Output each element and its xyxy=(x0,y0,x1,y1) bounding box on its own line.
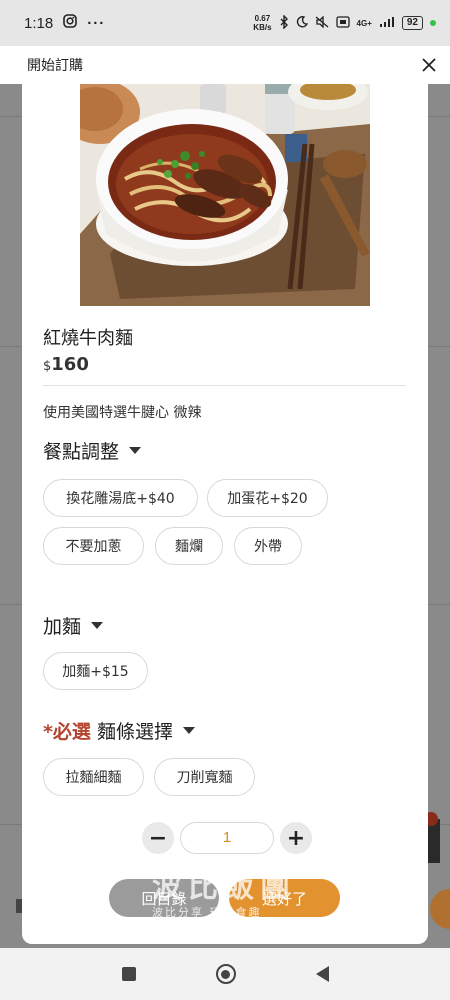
sim-icon xyxy=(335,15,350,31)
section-title: 餐點調整 xyxy=(43,441,120,463)
quantity-input[interactable]: 1 xyxy=(180,822,274,854)
net-speed-unit: KB/s xyxy=(253,23,272,32)
price-value: 160 xyxy=(51,354,89,375)
option-chip[interactable]: 換花雕湯底+$40 xyxy=(43,479,198,517)
bluetooth-icon xyxy=(279,13,289,32)
option-chip[interactable]: 麵爛 xyxy=(155,527,223,565)
privacy-indicator-dot xyxy=(430,20,436,26)
recents-icon[interactable] xyxy=(121,967,136,981)
plus-button[interactable]: + xyxy=(280,822,312,854)
close-icon[interactable] xyxy=(422,55,436,75)
option-chip[interactable]: 不要加蔥 xyxy=(43,527,144,565)
section-noodle-choice-header[interactable]: *必選 麵條選擇 xyxy=(43,717,195,744)
caret-down-icon xyxy=(129,447,142,454)
section-add-noodle-header[interactable]: 加麵 xyxy=(43,612,104,639)
network-type: 4G+ xyxy=(356,18,372,28)
net-speed: 0.67 KB/s xyxy=(253,14,271,32)
moon-icon xyxy=(296,15,308,31)
option-chip[interactable]: 拉麵細麵 xyxy=(43,758,144,796)
caret-down-icon xyxy=(91,622,104,629)
net-speed-value: 0.67 xyxy=(254,14,271,23)
signal-icon xyxy=(379,16,395,31)
more-notifications-icon: ··· xyxy=(87,14,106,32)
divider xyxy=(43,385,406,386)
home-icon[interactable] xyxy=(215,964,236,984)
minus-button[interactable]: − xyxy=(142,822,174,854)
order-modal: 紅燒牛肉麵 $160 使用美國特選牛腱心 微辣 餐點調整 換花雕湯底+$40 加… xyxy=(22,84,428,944)
status-bar: 1:18 ··· 0.67 KB/s 4G+ 92 xyxy=(0,0,450,46)
status-left: 1:18 ··· xyxy=(24,14,105,32)
caret-down-icon xyxy=(182,727,195,734)
mute-icon xyxy=(315,14,329,31)
battery-indicator: 92 xyxy=(401,16,423,30)
app-bar-title: 開始訂購 xyxy=(27,58,83,74)
system-nav-bar xyxy=(0,948,450,1000)
instagram-icon xyxy=(63,14,78,32)
back-icon[interactable] xyxy=(315,966,329,982)
section-title: 麵條選擇 xyxy=(96,721,173,743)
watermark-subtitle: 波比分享 玩樂食趣 xyxy=(152,906,262,919)
required-label: *必選 xyxy=(43,721,91,743)
status-right: 0.67 KB/s 4G+ 92 xyxy=(253,13,436,32)
product-name: 紅燒牛肉麵 xyxy=(43,328,133,349)
product-description: 使用美國特選牛腱心 微辣 xyxy=(43,405,202,421)
option-chip[interactable]: 加蛋花+$20 xyxy=(207,479,328,517)
section-meal-adjust-header[interactable]: 餐點調整 xyxy=(43,437,142,464)
status-time: 1:18 xyxy=(24,14,54,32)
section-title: 加麵 xyxy=(43,616,82,638)
option-chip[interactable]: 外帶 xyxy=(234,527,302,565)
option-chip[interactable]: 刀削寬麵 xyxy=(154,758,255,796)
product-photo xyxy=(80,84,370,306)
quantity-stepper: − 1 + xyxy=(142,822,312,854)
backdrop-checkout-button xyxy=(430,889,450,929)
option-chip[interactable]: 加麵+$15 xyxy=(43,652,148,690)
watermark-logo: 波比飯團 xyxy=(152,870,296,905)
app-bar: 開始訂購 xyxy=(0,46,450,84)
product-price: $160 xyxy=(43,354,89,375)
